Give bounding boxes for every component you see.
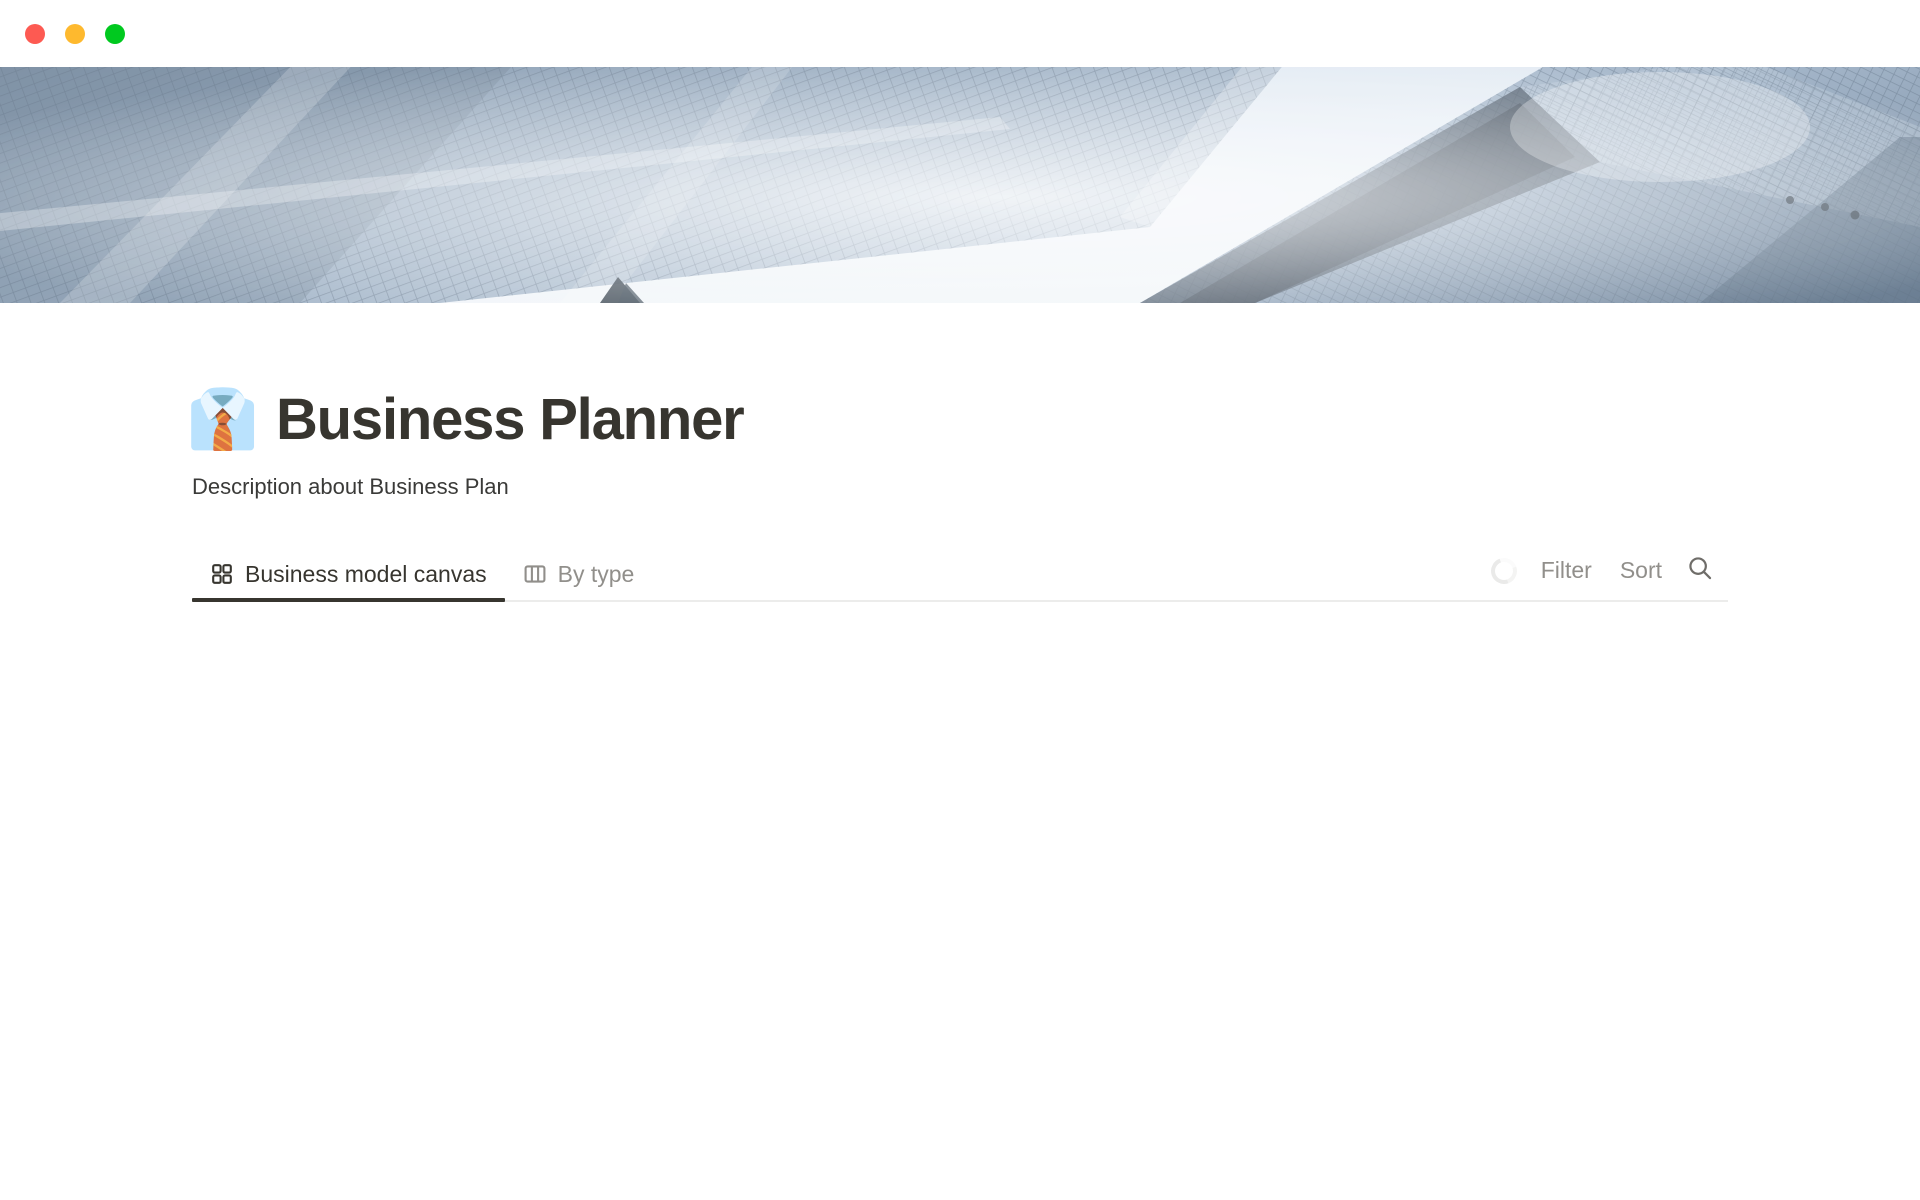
page-body: 👔 Business Planner Description about Bus…: [0, 303, 1920, 1200]
window-traffic-lights: [25, 23, 125, 44]
collection-toolbar-actions: Filter Sort: [1481, 547, 1728, 595]
page-cover-image[interactable]: [0, 67, 1920, 303]
window-zoom-button[interactable]: [105, 23, 125, 44]
page-title-row: 👔 Business Planner: [187, 387, 1728, 453]
collection-view-tabs: Business model canvas By type: [192, 547, 652, 602]
cover-illustration: [0, 67, 1920, 303]
window-titlebar: [0, 0, 1920, 67]
window-minimize-button[interactable]: [65, 23, 85, 44]
app-window: 👔 Business Planner Description about Bus…: [0, 0, 1920, 1200]
tab-label-by-type: By type: [557, 560, 635, 587]
page-title[interactable]: Business Planner: [276, 387, 745, 453]
necktie-emoji[interactable]: 👔: [187, 389, 259, 451]
loading-indicator: [1481, 549, 1527, 593]
sort-button[interactable]: Sort: [1606, 549, 1676, 593]
window-close-button[interactable]: [25, 23, 45, 44]
tab-business-model-canvas[interactable]: Business model canvas: [192, 547, 505, 602]
filter-button[interactable]: Filter: [1527, 549, 1606, 593]
tab-by-type[interactable]: By type: [505, 547, 653, 602]
search-icon: [1686, 554, 1714, 588]
page-description[interactable]: Description about Business Plan: [192, 472, 1728, 503]
search-button[interactable]: [1676, 549, 1724, 593]
board-icon: [523, 562, 547, 586]
collection-content-area: [192, 601, 1728, 1082]
tab-label-business-model-canvas: Business model canvas: [245, 560, 487, 587]
page-content-column: 👔 Business Planner Description about Bus…: [187, 303, 1728, 1082]
gallery-icon: [210, 562, 234, 586]
collection-view-bar: Business model canvas By type Filter Sor…: [192, 547, 1728, 602]
spinner-icon: [1486, 553, 1521, 589]
